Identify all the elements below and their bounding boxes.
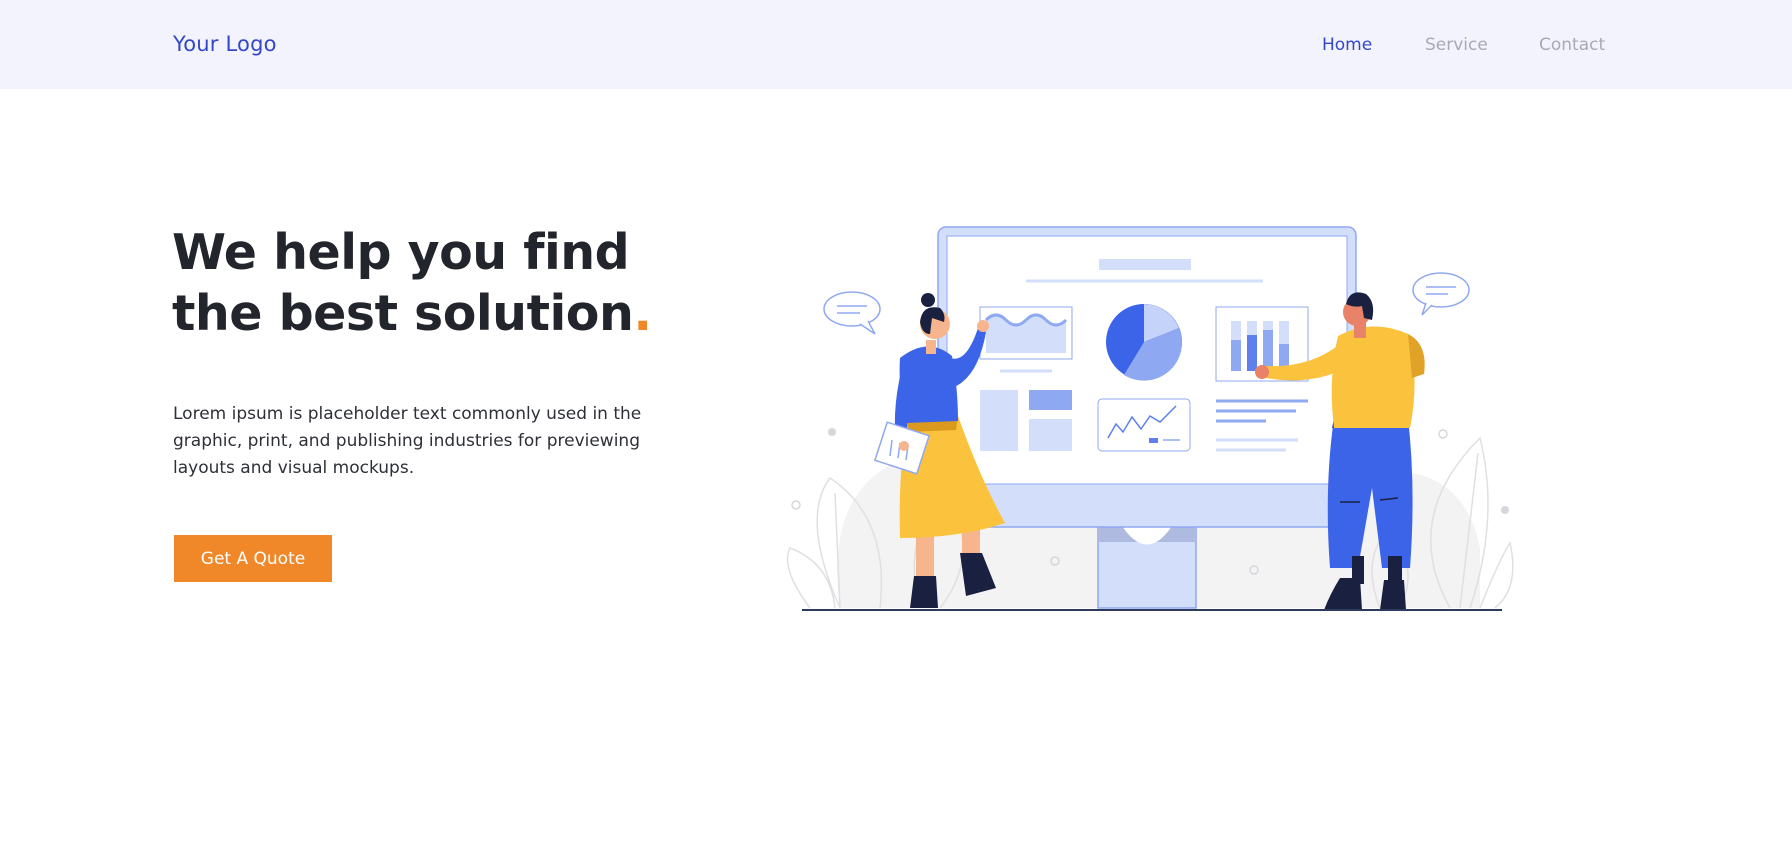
hero-headline: We help you find the best solution. bbox=[172, 222, 692, 344]
nav-link-home[interactable]: Home bbox=[1322, 34, 1372, 56]
logo-link[interactable]: Your Logo bbox=[173, 30, 277, 58]
get-quote-button[interactable]: Get A Quote bbox=[174, 535, 332, 582]
hero-description: Lorem ipsum is placeholder text commonly… bbox=[173, 404, 642, 478]
nav-link-contact[interactable]: Contact bbox=[1539, 34, 1605, 56]
headline-line-1: We help you find bbox=[172, 224, 630, 281]
chat-bubble-left-icon bbox=[823, 291, 881, 335]
navbar: Your Logo Home Service Contact bbox=[0, 0, 1792, 89]
headline-accent-dot: . bbox=[633, 285, 652, 342]
headline-line-2: the best solution bbox=[172, 285, 634, 342]
chat-bubble-right-icon bbox=[1412, 272, 1470, 316]
dashboard-illustration bbox=[786, 226, 1514, 611]
nav-link-service[interactable]: Service bbox=[1425, 34, 1488, 56]
